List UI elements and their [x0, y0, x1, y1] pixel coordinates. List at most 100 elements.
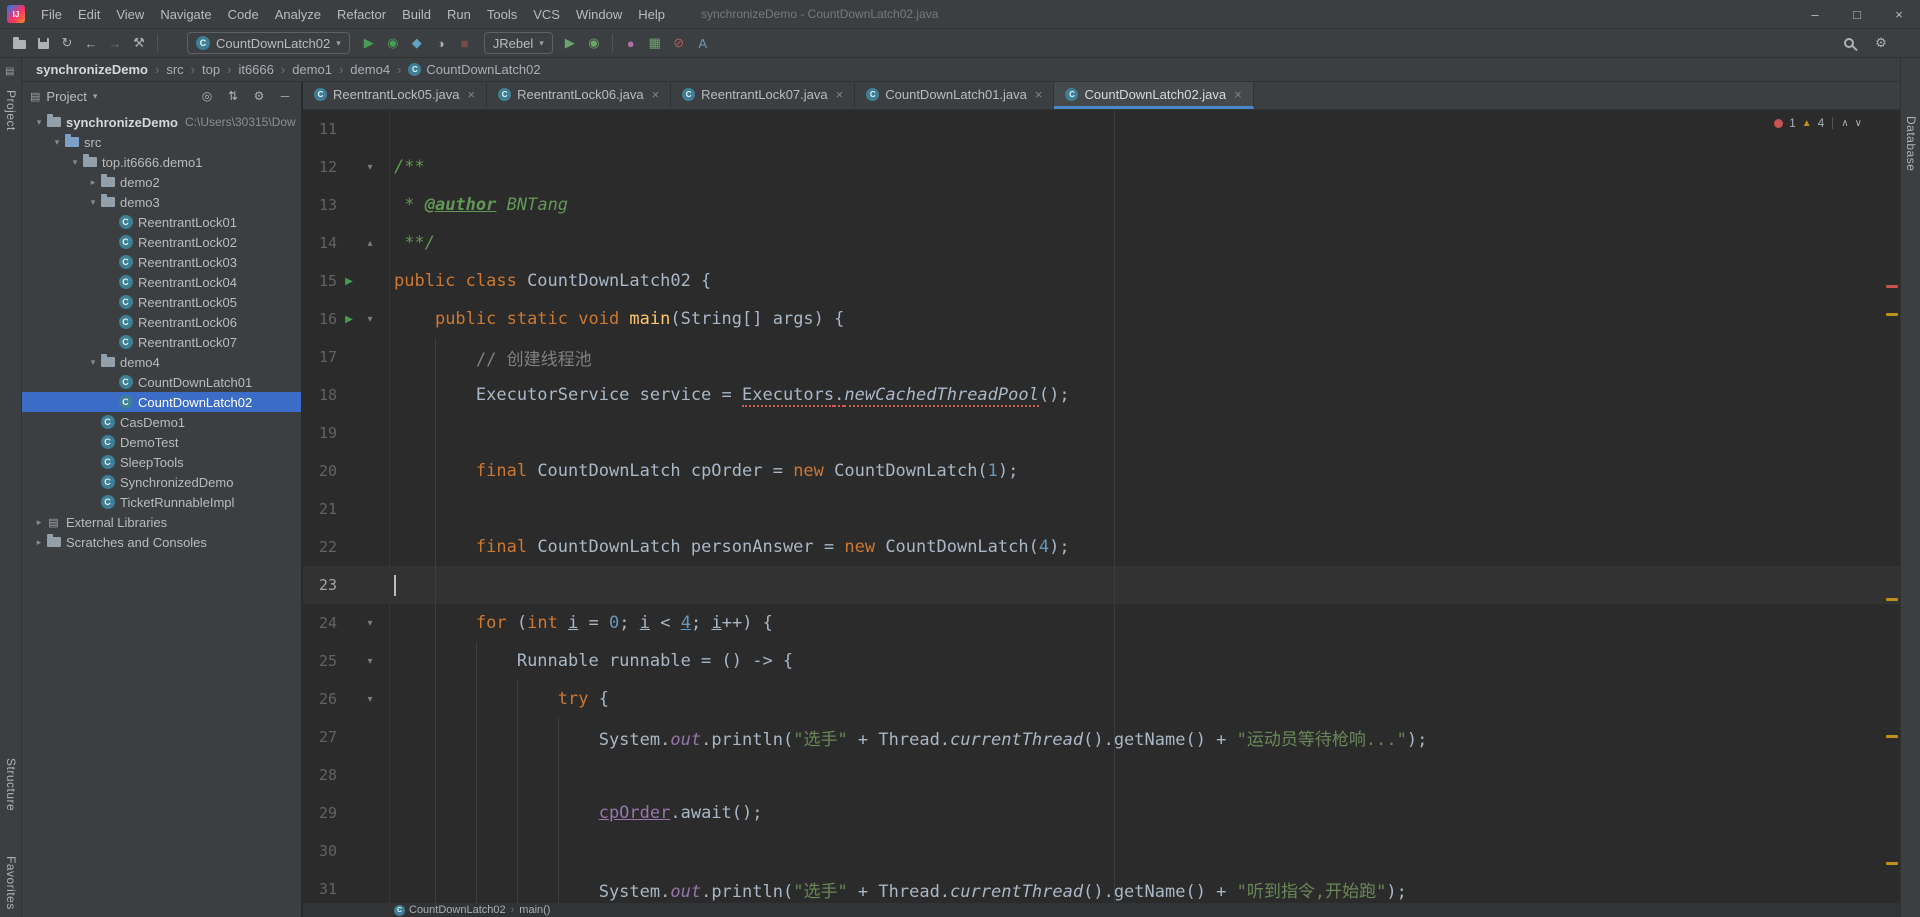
project-panel-title[interactable]: Project [46, 89, 86, 104]
tool-stripe-project[interactable]: Project [4, 90, 18, 131]
tab-countdownlatch02-java[interactable]: C CountDownLatch02.java × [1054, 82, 1254, 109]
stop-icon[interactable]: ■ [454, 32, 476, 54]
tool-stripe-database[interactable]: Database [1904, 116, 1918, 171]
tree-item-reentrantlock04[interactable]: C ReentrantLock04 [22, 272, 301, 292]
jrebel-run-icon[interactable]: ▶ [559, 32, 581, 54]
chevron-expanded-icon[interactable]: ▾ [32, 117, 46, 128]
forward-icon[interactable]: → [104, 32, 126, 54]
tree-item-countdownlatch02[interactable]: C CountDownLatch02 [22, 392, 301, 412]
tree-item-reentrantlock03[interactable]: C ReentrantLock03 [22, 252, 301, 272]
close-icon[interactable]: × [652, 87, 660, 102]
panel-settings-icon[interactable]: ⚙ [251, 88, 267, 104]
tab-reentrantlock06-java[interactable]: C ReentrantLock06.java × [487, 82, 672, 109]
close-button[interactable]: × [1878, 0, 1920, 29]
no-entry-icon[interactable]: ⊘ [668, 32, 690, 54]
project-tool-icon[interactable]: ▤ [5, 66, 14, 77]
menu-vcs[interactable]: VCS [525, 7, 568, 22]
tree-item-src[interactable]: ▾ src [22, 132, 301, 152]
breadcrumb-item-countdownlatch02[interactable]: C CountDownLatch02 [406, 62, 542, 77]
menu-view[interactable]: View [108, 7, 152, 22]
fold-icon[interactable]: ▾ [367, 656, 372, 667]
fold-icon[interactable]: ▾ [367, 694, 372, 705]
chevron-expanded-icon[interactable]: ▾ [68, 157, 82, 168]
chevron-expanded-icon[interactable]: ▾ [86, 197, 100, 208]
tree-item-reentrantlock06[interactable]: C ReentrantLock06 [22, 312, 301, 332]
breadcrumb-item-demo4[interactable]: demo4 [348, 62, 392, 77]
search-icon[interactable] [1840, 32, 1862, 54]
close-icon[interactable]: × [1035, 87, 1043, 102]
hide-panel-icon[interactable]: ─ [277, 88, 293, 104]
menu-file[interactable]: File [33, 7, 70, 22]
tree-item-ticketrunnableimpl[interactable]: C TicketRunnableImpl [22, 492, 301, 512]
chevron-expanded-icon[interactable]: ▾ [86, 357, 100, 368]
menu-code[interactable]: Code [220, 7, 267, 22]
coverage-icon[interactable]: ◆ [406, 32, 428, 54]
menu-edit[interactable]: Edit [70, 7, 108, 22]
tree-item-scratches-and-consoles[interactable]: ▸ Scratches and Consoles [22, 532, 301, 552]
menu-help[interactable]: Help [630, 7, 673, 22]
fold-icon[interactable]: ▾ [367, 162, 372, 173]
tool-stripe-structure[interactable]: Structure [4, 758, 18, 811]
chevron-collapsed-icon[interactable]: ▸ [32, 537, 46, 548]
menu-run[interactable]: Run [439, 7, 479, 22]
stripe-mark[interactable] [1886, 598, 1898, 601]
inspections-widget[interactable]: 1 ▲ 4 ∧ ∨ [1774, 116, 1862, 130]
tab-reentrantlock05-java[interactable]: C ReentrantLock05.java × [303, 82, 488, 109]
minimize-button[interactable]: – [1794, 0, 1836, 29]
run-icon[interactable]: ▶ [358, 32, 380, 54]
collapse-all-icon[interactable]: ⇅ [225, 88, 241, 104]
tree-item-reentrantlock05[interactable]: C ReentrantLock05 [22, 292, 301, 312]
debug-icon[interactable]: ◉ [382, 32, 404, 54]
run-configuration-select[interactable]: C CountDownLatch02 ▾ [187, 32, 350, 54]
menu-build[interactable]: Build [394, 7, 439, 22]
tree-item-synchronizeddemo[interactable]: C SynchronizedDemo [22, 472, 301, 492]
tree-item-demotest[interactable]: C DemoTest [22, 432, 301, 452]
tree-item-demo4[interactable]: ▾ demo4 [22, 352, 301, 372]
breadcrumb-item-demo1[interactable]: demo1 [290, 62, 334, 77]
error-stripe[interactable] [1884, 110, 1900, 903]
tab-reentrantlock07-java[interactable]: C ReentrantLock07.java × [671, 82, 856, 109]
next-issue-icon[interactable]: ∨ [1855, 118, 1862, 129]
sync-icon[interactable]: ↻ [56, 32, 78, 54]
jrebel-debug-icon[interactable]: ◉ [583, 32, 605, 54]
breadcrumb-item-synchronizedemo[interactable]: synchronizeDemo [34, 62, 150, 77]
locate-file-icon[interactable]: ◎ [199, 88, 215, 104]
fold-end-icon[interactable]: ▴ [367, 238, 372, 249]
menu-tools[interactable]: Tools [479, 7, 525, 22]
stripe-mark[interactable] [1886, 862, 1898, 865]
settings-gear-icon[interactable]: ⚙ [1870, 32, 1892, 54]
fold-icon[interactable]: ▾ [367, 314, 372, 325]
breadcrumb-item-src[interactable]: src [164, 62, 185, 77]
chevron-down-icon[interactable]: ▾ [93, 91, 98, 102]
tree-item-external-libraries[interactable]: ▸ ▤ External Libraries [22, 512, 301, 532]
editor[interactable]: 11 12 ▾/** 13 * @author BNTang 14 ▴ **/15 ▶ pub… [303, 110, 1900, 903]
run-gutter-icon[interactable]: ▶ [345, 314, 353, 325]
color-picker-icon[interactable]: ● [620, 32, 642, 54]
chevron-expanded-icon[interactable]: ▾ [50, 137, 64, 148]
chevron-collapsed-icon[interactable]: ▸ [32, 517, 46, 528]
menu-window[interactable]: Window [568, 7, 630, 22]
build-icon[interactable]: ⚒ [128, 32, 150, 54]
translate-icon[interactable]: A [692, 32, 714, 54]
tree-item-demo3[interactable]: ▾ demo3 [22, 192, 301, 212]
tree-item-demo2[interactable]: ▸ demo2 [22, 172, 301, 192]
capture-icon[interactable]: ▦ [644, 32, 666, 54]
jrebel-select[interactable]: JRebel ▾ [483, 32, 553, 54]
open-icon[interactable] [8, 32, 30, 54]
tree-item-sleeptools[interactable]: C SleepTools [22, 452, 301, 472]
tree-item-reentrantlock07[interactable]: C ReentrantLock07 [22, 332, 301, 352]
close-icon[interactable]: × [836, 87, 844, 102]
profiler-icon[interactable]: ◑ [430, 32, 452, 54]
breadcrumb-item-top[interactable]: top [200, 62, 222, 77]
run-gutter-icon[interactable]: ▶ [345, 276, 353, 287]
menu-analyze[interactable]: Analyze [267, 7, 329, 22]
save-all-icon[interactable] [32, 32, 54, 54]
stripe-mark[interactable] [1886, 735, 1898, 738]
menu-navigate[interactable]: Navigate [152, 7, 219, 22]
prev-issue-icon[interactable]: ∧ [1841, 118, 1848, 129]
tree-item-synchronizedemo[interactable]: ▾ synchronizeDemo C:\Users\30315\Dow [22, 112, 301, 132]
tree-item-countdownlatch01[interactable]: C CountDownLatch01 [22, 372, 301, 392]
tool-stripe-favorites[interactable]: Favorites [4, 856, 18, 910]
stripe-mark[interactable] [1886, 285, 1898, 288]
stripe-mark[interactable] [1886, 313, 1898, 316]
